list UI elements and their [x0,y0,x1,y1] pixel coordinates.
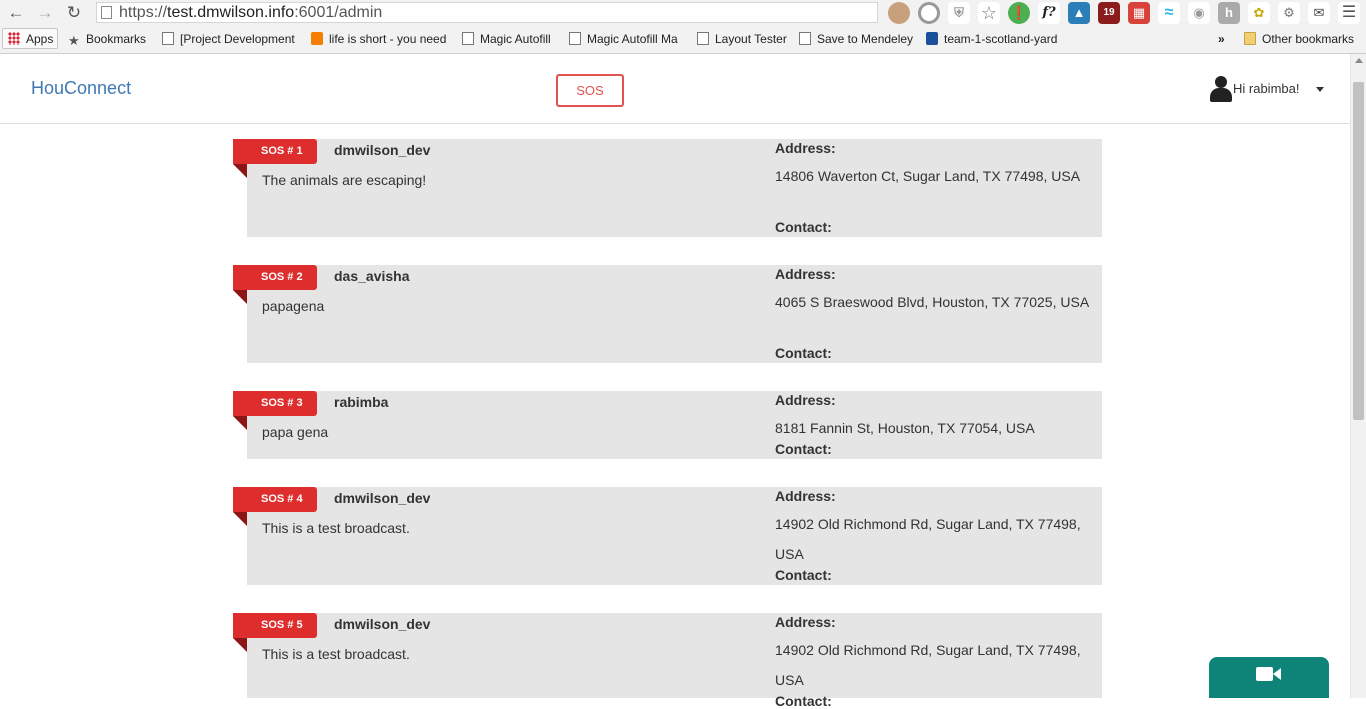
shield-icon[interactable]: ⛨ [948,2,970,24]
ublock-icon[interactable]: 19 [1098,2,1120,24]
extension-cookie-icon[interactable] [888,2,910,24]
mail-icon[interactable]: ✉ [1308,2,1330,24]
reload-icon[interactable]: ↻ [63,2,85,24]
sos-message: The animals are escaping! [262,172,427,188]
address-label: Address: [775,266,836,282]
ribbon-fold [233,164,247,178]
url-text[interactable]: https://test.dmwilson.info:6001/admin [119,4,382,22]
address-label: Address: [775,140,836,156]
sos-card[interactable]: SOS # 3 rabimba papa gena Address: 8181 … [233,391,1102,459]
sos-card[interactable]: SOS # 2 das_avisha papagena Address: 406… [233,265,1102,363]
ribbon-fold [233,512,247,526]
contact-label: Contact: [775,567,832,583]
user-icon [1210,76,1232,102]
page-icon [697,32,709,45]
bookmarks-overflow-chevron-icon[interactable]: » [1218,31,1225,48]
scroll-thumb[interactable] [1353,82,1364,420]
bookmark-life-is-short[interactable]: life is short - you need [311,31,447,48]
apps-grid-icon [8,32,20,45]
contact-label: Contact: [775,345,832,361]
chevron-down-icon [1316,87,1324,92]
sos-tag: SOS # 1 [233,139,317,164]
bookmark-magic-autofill-ma[interactable]: Magic Autofill Ma [569,31,678,48]
address-value: 14806 Waverton Ct, Sugar Land, TX 77498,… [775,168,1081,184]
blogger-icon [311,32,323,45]
gear-icon[interactable]: ⚙ [1278,2,1300,24]
circle-gray-icon[interactable]: ◉ [1188,2,1210,24]
video-camera-icon [1256,667,1273,681]
address-value: 8181 Fannin St, Houston, TX 77054, USA [775,420,1035,436]
sos-tag: SOS # 4 [233,487,317,512]
sos-card[interactable]: SOS # 1 dmwilson_dev The animals are esc… [233,139,1102,237]
address-label: Address: [775,488,836,504]
sos-card[interactable]: SOS # 5 dmwilson_dev This is a test broa… [233,613,1102,709]
address-bar[interactable]: https://test.dmwilson.info:6001/admin [96,2,878,23]
sos-button[interactable]: SOS [556,74,624,107]
sos-card[interactable]: SOS # 4 dmwilson_dev This is a test broa… [233,487,1102,585]
contact-label: Contact: [775,693,832,709]
sos-message: This is a test broadcast. [262,520,410,536]
image-tool-icon[interactable]: ▲ [1068,2,1090,24]
contact-label: Contact: [775,441,832,457]
contact-label: Contact: [775,219,832,235]
grid-red-icon[interactable]: ▦ [1128,2,1150,24]
brand-link[interactable]: HouConnect [31,78,131,99]
star-bookmark-icon[interactable]: ☆ [978,2,1000,24]
page-icon [569,32,581,45]
sos-message: This is a test broadcast. [262,646,410,662]
sos-username: dmwilson_dev [334,616,431,632]
page-icon [799,32,811,45]
bee-icon[interactable]: ✿ [1248,2,1270,24]
ribbon-fold [233,290,247,304]
video-camera-lens [1273,668,1281,680]
sos-username: rabimba [334,394,389,410]
video-call-button[interactable] [1209,657,1329,698]
forward-arrow-icon[interactable]: → [34,2,56,24]
bookmark-apps[interactable]: Apps [8,31,53,48]
address-label: Address: [775,392,836,408]
address-value: 14902 Old Richmond Rd, Sugar Land, TX 77… [775,516,1081,562]
star-icon: ★ [68,33,80,48]
sos-username: dmwilson_dev [334,490,431,506]
function-f-icon[interactable]: f? [1038,2,1060,24]
address-value: 14902 Old Richmond Rd, Sugar Land, TX 77… [775,642,1081,688]
sos-tag: SOS # 5 [233,613,317,638]
sos-username: dmwilson_dev [334,142,431,158]
sos-username: das_avisha [334,268,410,284]
sos-message: papa gena [262,424,329,440]
sos-tag: SOS # 3 [233,391,317,416]
ribbon-fold [233,638,247,652]
bookmark-layout-tester[interactable]: Layout Tester [697,31,787,48]
bookmark-team-1-scotland-yard[interactable]: team-1-scotland-yard [926,31,1062,48]
page-icon [462,32,474,45]
wifi-icon[interactable]: ≈ [1158,2,1180,24]
bookmark-save-to-mendeley[interactable]: Save to Mendeley [799,31,913,48]
bookmark-other-bookmarks[interactable]: Other bookmarks [1244,31,1354,48]
back-arrow-icon[interactable]: ← [5,2,27,24]
bookmark-project-development[interactable]: [Project Development [162,31,298,48]
ribbon-fold [233,416,247,430]
page-scrollbar[interactable] [1350,54,1366,698]
target-icon[interactable] [918,2,940,24]
menu-icon[interactable]: ☰ [1338,2,1360,24]
evernote-icon[interactable]: ❗ [1008,2,1030,24]
bookmarks-bar: Apps ★ Bookmarks [Project Development lif… [0,27,1366,51]
sos-message: papagena [262,298,325,314]
h-icon[interactable]: h [1218,2,1240,24]
mendeley-icon [926,32,938,45]
page-icon [101,6,112,19]
browser-chrome: ← → ↻ https://test.dmwilson.info:6001/ad… [0,0,1366,54]
browser-toolbar: ← → ↻ https://test.dmwilson.info:6001/ad… [0,0,1366,26]
scroll-up-arrow-icon[interactable] [1355,58,1363,63]
extension-icons: ⛨ ☆ ❗ f? ▲ 19 ▦ ≈ ◉ h ✿ ⚙ ✉ ☰ [888,2,1360,24]
app-header: HouConnect SOS Hi rabimba! [0,54,1350,124]
page-icon [162,32,174,45]
sos-tag: SOS # 2 [233,265,317,290]
user-greeting: Hi rabimba! [1233,81,1300,96]
address-label: Address: [775,614,836,630]
folder-icon [1244,32,1256,45]
address-value: 4065 S Braeswood Blvd, Houston, TX 77025… [775,294,1090,310]
bookmark-bookmarks[interactable]: ★ Bookmarks [68,31,146,48]
bookmark-magic-autofill[interactable]: Magic Autofill [462,31,551,48]
